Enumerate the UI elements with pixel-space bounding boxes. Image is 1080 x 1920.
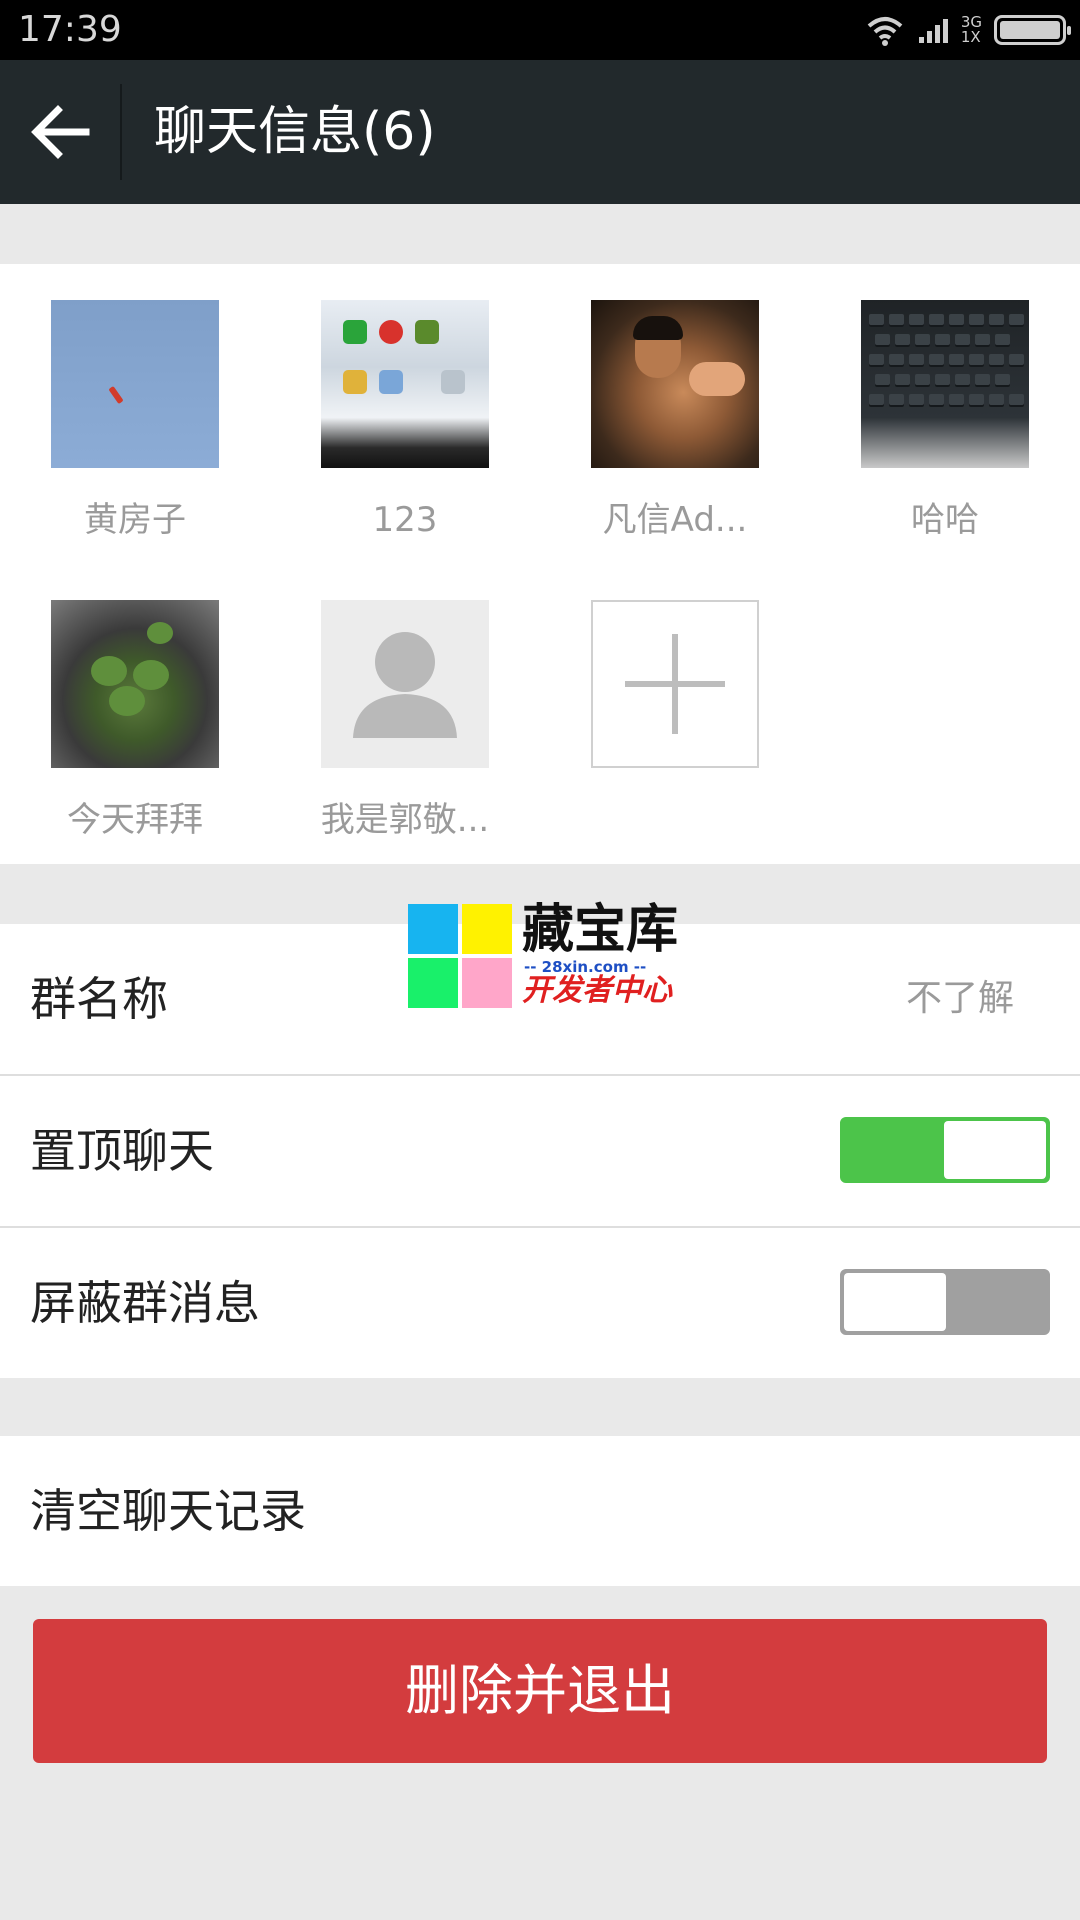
member-name: 我是郭敬... <box>320 800 490 840</box>
arrow-left-icon <box>31 105 90 159</box>
status-bar: 17:39 3G 1X <box>0 0 1080 60</box>
member-item[interactable]: 黄房子 <box>51 300 219 540</box>
watermark-logo: 藏宝库 -- 28xin.com -- 开发者中心 <box>408 900 678 1010</box>
plus-icon <box>625 634 725 734</box>
network-bottom: 1X <box>960 28 981 46</box>
status-icons: 3G 1X <box>865 12 1071 48</box>
member-item[interactable]: 今天拜拜 <box>51 600 219 840</box>
member-name: 凡信Ad... <box>602 500 748 540</box>
back-button[interactable] <box>0 60 120 204</box>
group-name-value: 不了解 <box>905 978 1014 1019</box>
pin-chat-toggle[interactable] <box>840 1117 1050 1183</box>
members-grid: 黄房子 123 凡信Ad... 哈哈 今天拜拜 我是郭敬... <box>0 264 1080 864</box>
battery-icon <box>994 15 1071 45</box>
app-bar: 聊天信息(6) <box>0 60 1080 204</box>
add-member-button[interactable] <box>591 600 759 768</box>
avatar[interactable] <box>591 300 759 468</box>
status-time: 17:39 <box>18 9 122 50</box>
avatar[interactable] <box>321 600 489 768</box>
member-name: 黄房子 <box>84 500 186 540</box>
avatar[interactable] <box>321 300 489 468</box>
mute-group-row: 屏蔽群消息 <box>0 1228 1080 1378</box>
avatar[interactable] <box>861 300 1029 468</box>
delete-and-exit-button[interactable]: 删除并退出 <box>33 1619 1047 1763</box>
user-placeholder-icon <box>353 632 457 738</box>
member-name: 123 <box>372 500 438 540</box>
clear-history-label: 清空聊天记录 <box>30 1484 306 1538</box>
group-name-label: 群名称 <box>30 972 168 1026</box>
mute-group-toggle[interactable] <box>840 1269 1050 1335</box>
watermark-title: 藏宝库 <box>522 900 679 960</box>
member-item[interactable]: 123 <box>321 300 489 540</box>
network-type-label: 3G 1X <box>961 15 982 45</box>
wifi-icon <box>867 17 903 46</box>
signal-icon <box>918 19 948 43</box>
pin-chat-row: 置顶聊天 <box>0 1076 1080 1226</box>
member-item[interactable]: 我是郭敬... <box>321 600 489 840</box>
mute-group-label: 屏蔽群消息 <box>30 1276 260 1330</box>
page-title: 聊天信息(6) <box>154 102 436 162</box>
member-item[interactable]: 哈哈 <box>861 300 1029 540</box>
pin-chat-label: 置顶聊天 <box>30 1124 214 1178</box>
member-name: 哈哈 <box>911 500 979 540</box>
member-name: 今天拜拜 <box>67 800 203 840</box>
avatar[interactable] <box>51 600 219 768</box>
app-bar-divider <box>120 84 122 180</box>
member-item[interactable]: 凡信Ad... <box>591 300 759 540</box>
watermark-subtitle: 开发者中心 <box>522 973 672 1008</box>
add-member-tile[interactable] <box>591 600 759 768</box>
avatar[interactable] <box>51 300 219 468</box>
clear-history-row[interactable]: 清空聊天记录 <box>0 1436 1080 1586</box>
